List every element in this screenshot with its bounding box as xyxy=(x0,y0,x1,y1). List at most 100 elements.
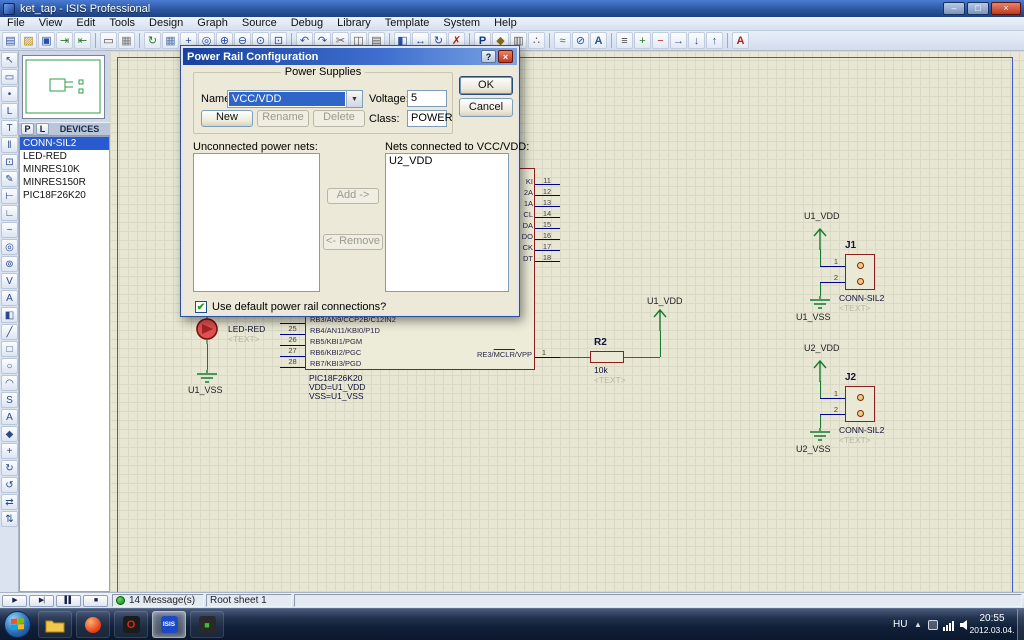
toggle-grid-icon[interactable]: ▦ xyxy=(162,32,179,49)
menu-tools[interactable]: Tools xyxy=(102,17,142,30)
titlebar[interactable]: ket_tap - ISIS Professional – □ × xyxy=(0,0,1024,17)
taskbar-clock[interactable]: 20:55 2012.03.04. xyxy=(968,612,1016,636)
voltage-input[interactable]: 5 xyxy=(407,90,447,107)
wire-segment[interactable] xyxy=(820,249,821,266)
2d-circle-mode-icon[interactable]: ○ xyxy=(1,358,18,374)
supply-name-combo[interactable]: VCC/VDD ▼ xyxy=(227,90,363,108)
export-section-icon[interactable]: ⇤ xyxy=(74,32,91,49)
mark-output-area-icon[interactable]: ▦ xyxy=(118,32,135,49)
menu-design[interactable]: Design xyxy=(142,17,190,30)
pick-devices-button[interactable]: P xyxy=(21,123,34,135)
component-mode-icon[interactable]: ▭ xyxy=(1,69,18,85)
wire-autorouter-icon[interactable]: ≈ xyxy=(554,32,571,49)
library-manager-button[interactable]: L xyxy=(36,123,49,135)
search-tag-icon[interactable]: ⊘ xyxy=(572,32,589,49)
voltage-probe-mode-icon[interactable]: V xyxy=(1,273,18,289)
connected-nets-list[interactable]: U2_VDD xyxy=(385,153,509,292)
redraw-icon[interactable]: ↻ xyxy=(144,32,161,49)
graph-mode-icon[interactable]: ~ xyxy=(1,222,18,238)
menu-file[interactable]: File xyxy=(0,17,32,30)
2d-line-mode-icon[interactable]: ╱ xyxy=(1,324,18,340)
device-item-conn-sil2[interactable]: CONN-SIL2 xyxy=(20,137,109,150)
connector-value-label[interactable]: CONN-SIL2 xyxy=(839,425,884,435)
step-button[interactable]: ▶| xyxy=(29,595,54,607)
save-design-icon[interactable]: ▣ xyxy=(38,32,55,49)
decompose-icon[interactable]: ∴ xyxy=(528,32,545,49)
dialog-close-button[interactable]: × xyxy=(498,50,513,63)
ground-net-label[interactable]: U1_VSS xyxy=(796,312,831,322)
generator-mode-icon[interactable]: ⊚ xyxy=(1,256,18,272)
connector-ref-label[interactable]: J2 xyxy=(845,372,856,383)
mirror-x-icon[interactable]: ⇄ xyxy=(1,494,18,510)
dialog-help-button[interactable]: ? xyxy=(481,50,496,63)
stop-button[interactable]: ■ xyxy=(83,595,108,607)
resistor-ref-label[interactable]: R2 xyxy=(594,337,607,348)
terminal-mode-icon[interactable]: ⊢ xyxy=(1,188,18,204)
led-value-label[interactable]: LED-RED xyxy=(228,324,265,334)
rename-button[interactable]: Rename xyxy=(257,110,309,127)
connector-value-label[interactable]: CONN-SIL2 xyxy=(839,293,884,303)
power-net-label[interactable]: U1_VDD xyxy=(804,211,840,221)
unconnected-nets-list[interactable] xyxy=(193,153,320,292)
dialog-titlebar[interactable]: Power Rail Configuration ? × xyxy=(183,48,517,65)
led-d1[interactable] xyxy=(192,314,222,344)
network-icon[interactable] xyxy=(943,619,956,631)
instant-edit-mode-icon[interactable]: ✎ xyxy=(1,171,18,187)
new-button[interactable]: New xyxy=(201,110,253,127)
show-desktop-button[interactable] xyxy=(1017,609,1024,640)
menu-template[interactable]: Template xyxy=(378,17,437,30)
language-indicator[interactable]: HU xyxy=(893,619,907,630)
current-probe-mode-icon[interactable]: A xyxy=(1,290,18,306)
return-to-parent-icon[interactable]: ↑ xyxy=(706,32,723,49)
resistor-value-label[interactable]: 10k xyxy=(594,365,608,375)
power-terminal-icon[interactable] xyxy=(811,224,829,250)
power-net-label[interactable]: U1_VDD xyxy=(647,296,683,306)
ground-net-label[interactable]: U1_VSS xyxy=(188,385,223,395)
connector-ref-label[interactable]: J1 xyxy=(845,240,856,251)
wire-segment[interactable] xyxy=(820,283,821,296)
new-sheet-icon[interactable]: + xyxy=(634,32,651,49)
ground-terminal-icon[interactable] xyxy=(809,296,831,310)
wire-segment[interactable] xyxy=(820,415,821,428)
new-design-icon[interactable]: ▤ xyxy=(2,32,19,49)
taskbar-ares-button[interactable]: ■ xyxy=(190,611,224,638)
device-item-pic18f26k20[interactable]: PIC18F26K20 xyxy=(20,189,109,202)
add-net-button[interactable]: Add -> xyxy=(327,188,379,204)
play-button[interactable]: ▶ xyxy=(2,595,27,607)
wire-segment[interactable] xyxy=(660,331,661,357)
ground-net-label[interactable]: U2_VSS xyxy=(796,444,831,454)
open-design-icon[interactable]: ▨ xyxy=(20,32,37,49)
design-explorer-icon[interactable]: ≡ xyxy=(616,32,633,49)
minimize-button[interactable]: – xyxy=(943,2,965,15)
netlist-to-ares-icon[interactable]: A xyxy=(732,32,749,49)
wire-segment[interactable] xyxy=(207,344,208,370)
resistor-r2[interactable] xyxy=(590,351,624,363)
taskbar-opera-button[interactable]: O xyxy=(114,611,148,638)
wire-segment[interactable] xyxy=(624,357,660,358)
tray-app-icon[interactable] xyxy=(928,620,938,630)
class-input[interactable]: POWER xyxy=(407,110,453,127)
pause-button[interactable]: ▌▌ xyxy=(56,595,81,607)
ground-terminal-icon[interactable] xyxy=(196,370,218,384)
power-net-label[interactable]: U2_VDD xyxy=(804,343,840,353)
menu-help[interactable]: Help xyxy=(487,17,524,30)
taskbar-explorer-button[interactable] xyxy=(38,611,72,638)
menu-view[interactable]: View xyxy=(32,17,70,30)
schematic-overview[interactable] xyxy=(22,55,105,119)
start-button[interactable] xyxy=(4,611,31,638)
taskbar-browser-button[interactable] xyxy=(76,611,110,638)
2d-box-mode-icon[interactable]: □ xyxy=(1,341,18,357)
wire-segment[interactable] xyxy=(820,381,821,398)
text-script-mode-icon[interactable]: T xyxy=(1,120,18,136)
power-terminal-icon[interactable] xyxy=(811,356,829,382)
ground-terminal-icon[interactable] xyxy=(809,428,831,442)
wire-label-mode-icon[interactable]: L xyxy=(1,103,18,119)
menu-source[interactable]: Source xyxy=(235,17,284,30)
default-rails-checkbox[interactable]: ✔ xyxy=(195,301,207,313)
virtual-instrument-mode-icon[interactable]: ◧ xyxy=(1,307,18,323)
taskbar-isis-button[interactable]: ISIS xyxy=(152,611,186,638)
menu-edit[interactable]: Edit xyxy=(69,17,102,30)
device-item-minres10k[interactable]: MINRES10K xyxy=(20,163,109,176)
remove-sheet-icon[interactable]: − xyxy=(652,32,669,49)
goto-sheet-icon[interactable]: → xyxy=(670,32,687,49)
